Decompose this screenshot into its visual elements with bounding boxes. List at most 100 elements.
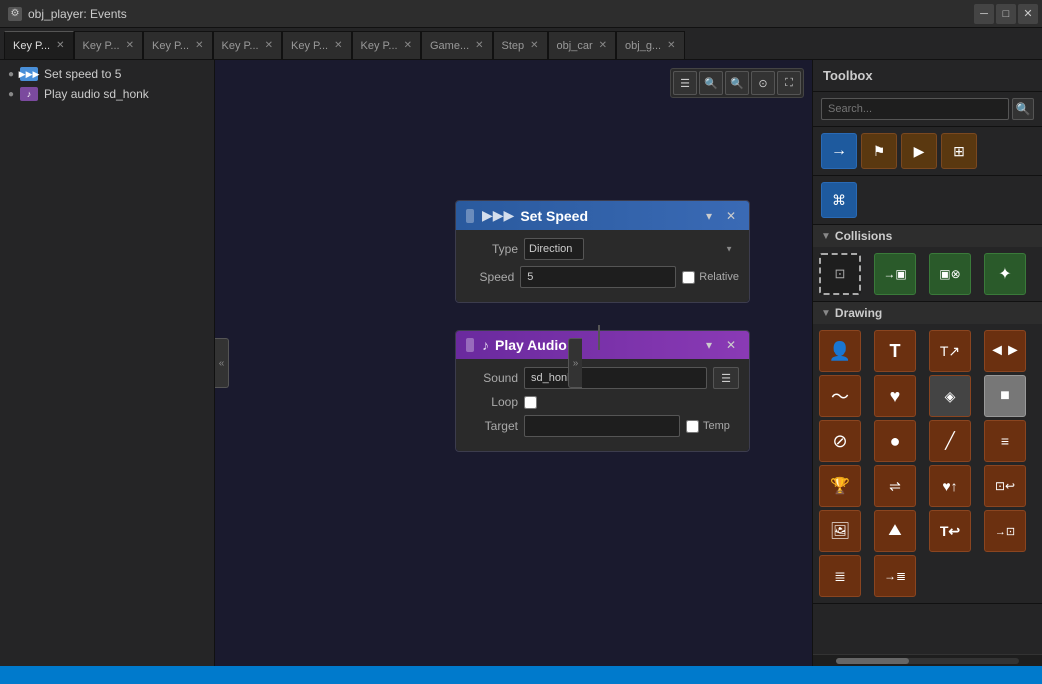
draw-line-icon-btn[interactable]: ╱: [929, 420, 971, 462]
toolbox-scroll: ▼ Collisions ⊡ →▣ ▣⊗ ✦ ▼ Drawing 👤: [813, 225, 1042, 654]
target-row: Target Temp: [466, 415, 739, 437]
tab-close-6[interactable]: ✕: [404, 40, 412, 51]
set-speed-menu-btn[interactable]: ▾: [701, 208, 717, 224]
close-button[interactable]: ✕: [1018, 4, 1038, 24]
toolbox-top-icons: → ⚑ ▶ ⊞: [813, 127, 1042, 176]
flag-icon-btn[interactable]: ⚑: [861, 133, 897, 169]
tab-step[interactable]: Step ✕: [493, 31, 548, 59]
play-audio-drag-handle[interactable]: [466, 338, 474, 352]
collision-star-icon-btn[interactable]: ✦: [984, 253, 1026, 295]
search-button[interactable]: 🔍: [1012, 98, 1034, 120]
draw-text-return-icon-btn[interactable]: T↩: [929, 510, 971, 552]
sound-input[interactable]: [524, 367, 707, 389]
toolbox-title: Toolbox: [813, 60, 1042, 92]
play-audio-icon-left: ♪: [20, 87, 38, 101]
maximize-button[interactable]: □: [996, 4, 1016, 24]
collision-enter-icon-btn[interactable]: →▣: [874, 253, 916, 295]
draw-box-return-icon-btn[interactable]: ⊡↩: [984, 465, 1026, 507]
tab-obj-g[interactable]: obj_g... ✕: [616, 31, 684, 59]
draw-pacman-icon-btn[interactable]: ◄►: [984, 330, 1026, 372]
draw-circle-fill-icon-btn[interactable]: ●: [874, 420, 916, 462]
tab-key-p-1[interactable]: Key P... ✕: [4, 31, 74, 59]
draw-wave-icon-btn[interactable]: 〜: [819, 375, 861, 417]
draw-text-icon-btn[interactable]: T: [874, 330, 916, 372]
tab-key-p-5[interactable]: Key P... ✕: [282, 31, 352, 59]
set-speed-close-btn[interactable]: ✕: [723, 208, 739, 224]
draw-goto-icon-btn[interactable]: →⊡: [984, 510, 1026, 552]
draw-self-icon-btn[interactable]: 👤: [819, 330, 861, 372]
draw-text-scaled-icon-btn[interactable]: T↗: [929, 330, 971, 372]
bullet-1: ●: [8, 69, 14, 80]
canvas-menu-btn[interactable]: ☰: [673, 71, 697, 95]
tab-close-10[interactable]: ✕: [667, 40, 675, 51]
tab-close-3[interactable]: ✕: [195, 40, 203, 51]
draw-mountain-icon-btn[interactable]: ⛰: [874, 510, 916, 552]
draw-circle-stroke-icon-btn[interactable]: ⊘: [819, 420, 861, 462]
tab-label: Game...: [430, 40, 469, 52]
play-audio-menu-btn[interactable]: ▾: [701, 337, 717, 353]
minimize-button[interactable]: ─: [974, 4, 994, 24]
grid-icon-btn[interactable]: ⊞: [941, 133, 977, 169]
target-input[interactable]: [524, 415, 680, 437]
tab-obj-car[interactable]: obj_car ✕: [548, 31, 616, 59]
toolbox-search-row: 🔍: [813, 92, 1042, 127]
tab-key-p-4[interactable]: Key P... ✕: [213, 31, 283, 59]
tab-key-p-6[interactable]: Key P... ✕: [352, 31, 422, 59]
move-right-icon-btn[interactable]: →: [821, 133, 857, 169]
draw-exchange-icon-btn[interactable]: ⇌: [874, 465, 916, 507]
loop-row: Loop: [466, 395, 739, 409]
block-drag-handle[interactable]: [466, 209, 474, 223]
type-select[interactable]: Direction Horizontal Vertical: [524, 238, 584, 260]
draw-hatch-icon-btn[interactable]: ◈: [929, 375, 971, 417]
tab-key-p-2[interactable]: Key P... ✕: [74, 31, 144, 59]
collisions-header[interactable]: ▼ Collisions: [813, 225, 1042, 247]
tab-close-2[interactable]: ✕: [126, 40, 134, 51]
collisions-grid: ⊡ →▣ ▣⊗ ✦: [813, 247, 1042, 301]
drawing-header[interactable]: ▼ Drawing: [813, 302, 1042, 324]
tab-close-4[interactable]: ✕: [265, 40, 273, 51]
set-speed-block: ▶▶▶ Set Speed ▾ ✕ Type Direction Horizon…: [455, 200, 750, 303]
collapse-left-arrow[interactable]: «: [215, 338, 229, 388]
drawing-title: Drawing: [835, 306, 882, 320]
draw-arrow-lines-icon-btn[interactable]: →≣: [874, 555, 916, 597]
tab-close-9[interactable]: ✕: [599, 40, 607, 51]
draw-stack-icon-btn[interactable]: ≡: [984, 420, 1026, 462]
tab-label: Key P...: [361, 40, 398, 52]
draw-trophy-icon-btn[interactable]: 🏆: [819, 465, 861, 507]
draw-heart-up-icon-btn[interactable]: ♥↑: [929, 465, 971, 507]
tab-close-7[interactable]: ✕: [475, 40, 483, 51]
zoom-out-btn[interactable]: 🔍: [699, 71, 723, 95]
draw-lines-icon-btn[interactable]: ≣: [819, 555, 861, 597]
temp-checkbox[interactable]: [686, 420, 699, 433]
cmd-icon-btn[interactable]: ⌘: [821, 182, 857, 218]
tab-game[interactable]: Game... ✕: [421, 31, 493, 59]
draw-rect-icon-btn[interactable]: ■: [984, 375, 1026, 417]
tab-label: obj_g...: [625, 40, 661, 52]
drawing-grid: 👤 T T↗ ◄► 〜 ♥ ◈ ■ ⊘ ● ╱ ≡ 🏆 ⇌ ♥↑ ⊡↩ 🖼: [813, 324, 1042, 603]
tab-close-8[interactable]: ✕: [530, 40, 538, 51]
tab-key-p-3[interactable]: Key P... ✕: [143, 31, 213, 59]
toolbox-search-input[interactable]: [821, 98, 1009, 120]
sound-file-btn[interactable]: ☰: [713, 367, 739, 389]
play-audio-block: ♪ Play Audio ▾ ✕ Sound ☰ Loop Target: [455, 330, 750, 452]
play-audio-close-btn[interactable]: ✕: [723, 337, 739, 353]
zoom-reset-btn[interactable]: ⊙: [751, 71, 775, 95]
collision-exit-icon-btn[interactable]: ▣⊗: [929, 253, 971, 295]
collision-box-icon-btn[interactable]: ⊡: [819, 253, 861, 295]
draw-heart-icon-btn[interactable]: ♥: [874, 375, 916, 417]
temp-text: Temp: [703, 420, 730, 432]
loop-checkbox[interactable]: [524, 396, 537, 409]
play-audio-header: ♪ Play Audio ▾ ✕: [456, 331, 749, 359]
play-arrow-icon-btn[interactable]: ▶: [901, 133, 937, 169]
tab-close-5[interactable]: ✕: [334, 40, 342, 51]
speed-input[interactable]: [520, 266, 676, 288]
left-item-set-speed[interactable]: ● ▶▶▶ Set speed to 5: [0, 64, 214, 84]
collapse-right-arrow[interactable]: »: [568, 338, 582, 388]
fullscreen-btn[interactable]: ⛶: [777, 71, 801, 95]
left-item-play-audio[interactable]: ● ♪ Play audio sd_honk: [0, 84, 214, 104]
zoom-in-btn[interactable]: 🔍: [725, 71, 749, 95]
draw-image-icon-btn[interactable]: 🖼: [819, 510, 861, 552]
tab-close-1[interactable]: ✕: [56, 40, 64, 51]
relative-checkbox[interactable]: [682, 271, 695, 284]
scrollbar-thumb[interactable]: [836, 658, 909, 664]
